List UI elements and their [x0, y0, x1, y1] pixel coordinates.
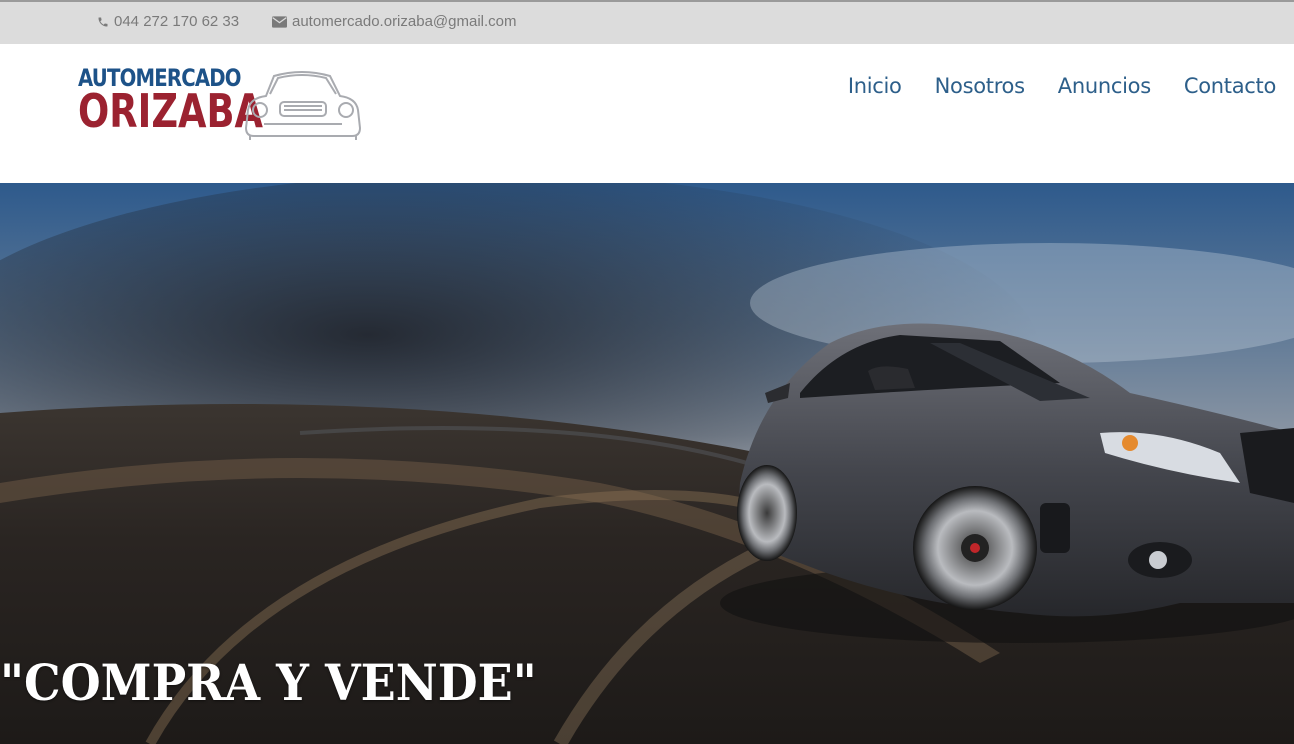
phone-number: 044 272 170 62 33 [114, 13, 240, 30]
envelope-icon [272, 15, 287, 28]
logo-text-orizaba: ORIZABA [78, 84, 264, 138]
phone-icon [97, 16, 109, 28]
main-nav: Inicio Nosotros Anuncios Contacto [848, 74, 1276, 98]
email-contact[interactable]: automercado.orizaba@gmail.com [272, 13, 517, 30]
phone-contact[interactable]: 044 272 170 62 33 [97, 13, 239, 30]
email-address: automercado.orizaba@gmail.com [292, 13, 517, 30]
top-contact-bar: 044 272 170 62 33 automercado.orizaba@gm… [0, 0, 1294, 44]
hero-banner: "COMPRA Y VENDE" [0, 183, 1294, 744]
nav-item-contacto[interactable]: Contacto [1184, 74, 1276, 98]
nav-item-nosotros[interactable]: Nosotros [935, 74, 1025, 98]
nav-item-anuncios[interactable]: Anuncios [1058, 74, 1151, 98]
car-logo-icon [244, 71, 362, 140]
nav-item-inicio[interactable]: Inicio [848, 74, 902, 98]
site-header: AUTOMERCADO ORIZABA Inicio Nosotros Anun… [0, 44, 1294, 183]
hero-title: "COMPRA Y VENDE" [0, 653, 537, 712]
site-logo[interactable]: AUTOMERCADO ORIZABA [78, 62, 368, 144]
